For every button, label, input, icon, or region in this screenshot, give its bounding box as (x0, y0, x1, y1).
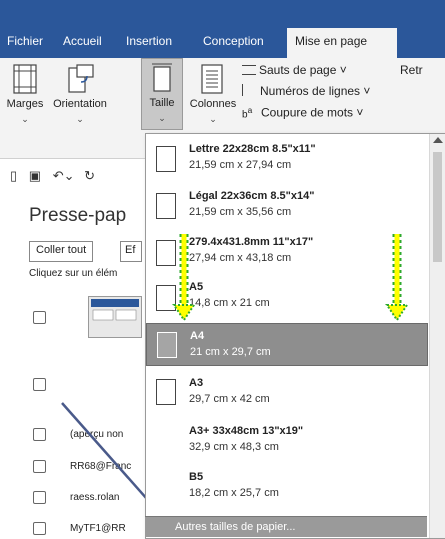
annotation-down-arrow-left (172, 234, 196, 322)
annotation-arrows (172, 234, 409, 322)
annotation-down-arrow-right (385, 234, 409, 322)
